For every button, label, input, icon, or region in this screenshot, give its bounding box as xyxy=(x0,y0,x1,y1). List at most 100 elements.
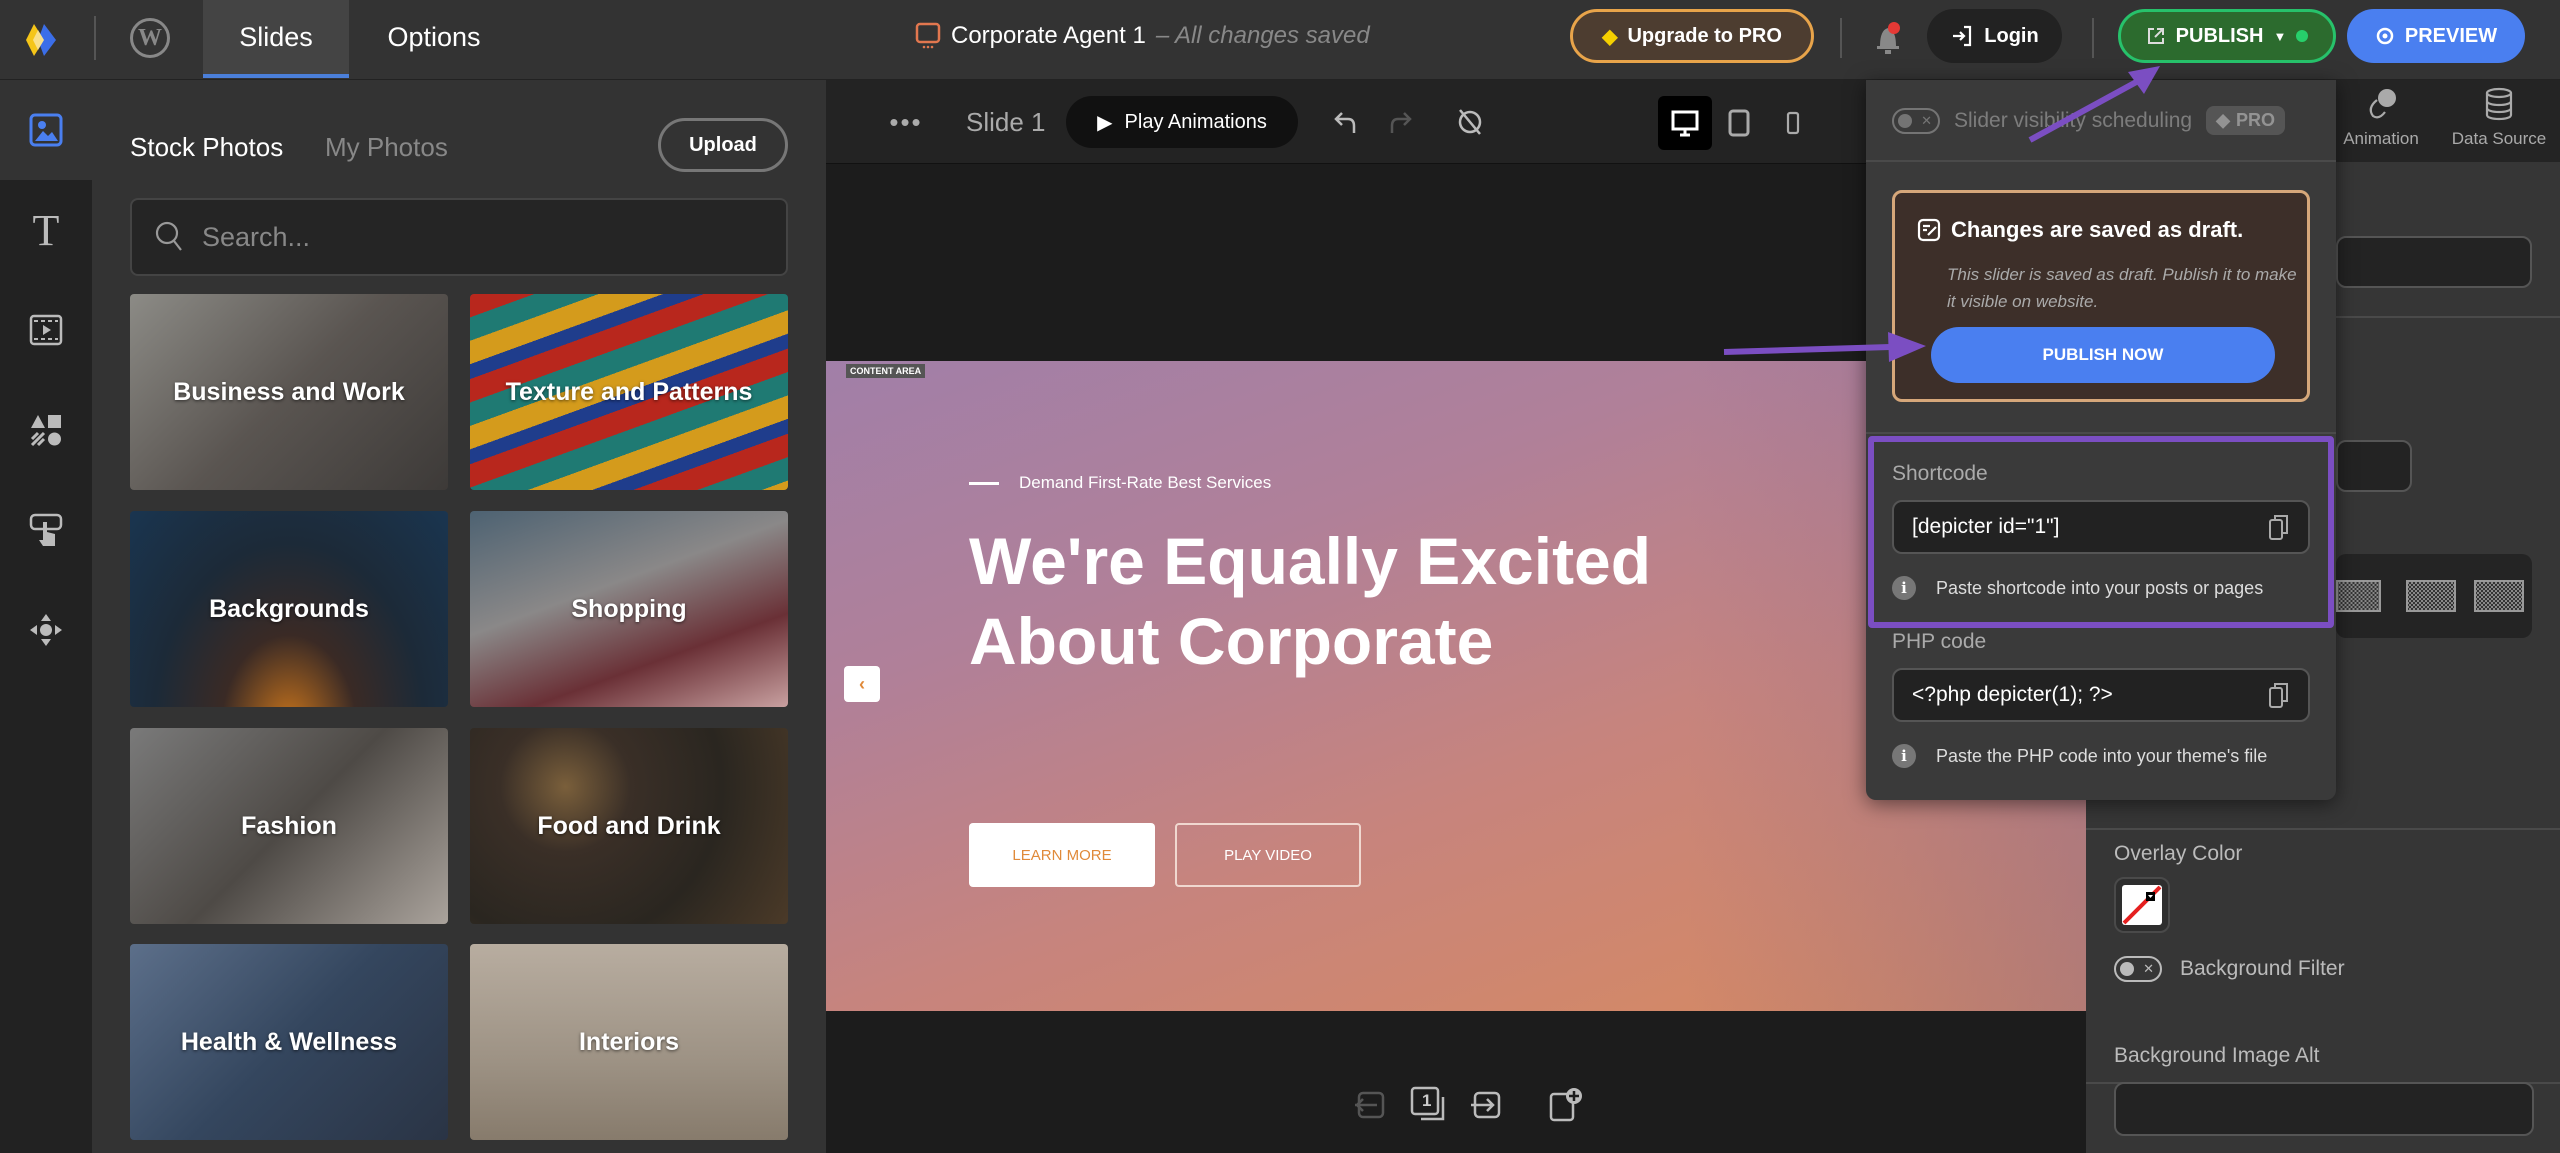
category-tile-business[interactable]: Business and Work xyxy=(130,294,448,490)
depicter-logo-icon[interactable] xyxy=(24,20,64,60)
eyebrow-bar xyxy=(969,481,999,485)
tab-options[interactable]: Options xyxy=(369,0,499,78)
shortcode-label: Shortcode xyxy=(1892,462,1988,485)
undo-button[interactable] xyxy=(1326,102,1366,142)
image-icon xyxy=(29,113,63,147)
login-icon xyxy=(1953,25,1972,47)
sidebar-item-media[interactable] xyxy=(0,80,92,180)
device-desktop[interactable] xyxy=(1658,96,1712,150)
upgrade-to-pro-button[interactable]: ◆ Upgrade to PRO xyxy=(1570,9,1814,63)
bg-size-option-auto[interactable] xyxy=(2336,580,2381,612)
device-switcher xyxy=(1658,96,1820,150)
php-code-label: PHP code xyxy=(1892,630,1987,653)
category-label: Backgrounds xyxy=(209,594,369,623)
property-field[interactable] xyxy=(2336,440,2412,492)
category-tile-shopping[interactable]: Shopping xyxy=(470,511,788,707)
tab-data-source[interactable]: Data Source xyxy=(2444,86,2554,149)
bg-size-option-cover[interactable] xyxy=(2406,580,2456,612)
draft-notice: Changes are saved as draft. This slider … xyxy=(1892,190,2310,402)
more-options-icon[interactable]: ••• xyxy=(886,102,926,142)
hide-guides-button[interactable] xyxy=(1450,102,1490,142)
add-slide-button[interactable] xyxy=(1540,1080,1590,1130)
document-title-area: Corporate Agent 1 – All changes saved xyxy=(915,22,1370,50)
save-status: – All changes saved xyxy=(1155,22,1370,49)
bg-size-option-repeat[interactable] xyxy=(2474,580,2524,612)
background-filter-label: Background Filter xyxy=(2180,957,2345,980)
slide-headline[interactable]: We're Equally Excited About Corporate xyxy=(969,521,1769,681)
slide-name[interactable]: Slide 1 xyxy=(966,102,1046,142)
tab-slides[interactable]: Slides xyxy=(203,0,349,78)
document-title[interactable]: Corporate Agent 1 xyxy=(951,22,1146,50)
play-animations-label: Play Animations xyxy=(1124,110,1267,133)
slide-prev-arrow[interactable]: ‹ xyxy=(844,666,880,702)
visibility-scheduling-toggle[interactable]: ✕ xyxy=(1892,107,1940,134)
learn-more-button[interactable]: LEARN MORE xyxy=(969,823,1155,887)
slide-eyebrow[interactable]: Demand First-Rate Best Services xyxy=(969,473,1271,493)
search-input[interactable] xyxy=(202,221,762,253)
copy-icon[interactable] xyxy=(2268,513,2290,541)
category-tile-fashion[interactable]: Fashion xyxy=(130,728,448,924)
notification-bell-icon[interactable] xyxy=(1872,18,1904,58)
wordpress-icon[interactable]: W xyxy=(130,18,170,58)
slider-icon xyxy=(915,22,941,49)
status-dot xyxy=(2296,30,2309,42)
redo-button[interactable] xyxy=(1380,102,1420,142)
background-filter-row: ✕ Background Filter xyxy=(2114,956,2345,982)
background-image-alt-input[interactable] xyxy=(2114,1082,2534,1136)
icon-sidebar: T xyxy=(0,80,92,1153)
preview-button[interactable]: PREVIEW xyxy=(2347,9,2525,63)
animation-icon xyxy=(2369,89,2396,119)
move-slide-right-button[interactable] xyxy=(1462,1080,1512,1130)
tab-my-photos[interactable]: My Photos xyxy=(325,132,448,163)
background-size-options xyxy=(2336,554,2532,638)
redo-icon xyxy=(1390,112,1412,133)
sidebar-item-shapes[interactable] xyxy=(0,380,92,480)
move-slide-left-button[interactable] xyxy=(1346,1080,1396,1130)
video-icon xyxy=(29,314,63,346)
chevron-down-icon: ▼ xyxy=(2273,28,2287,44)
play-animations-button[interactable]: ▶ Play Animations xyxy=(1066,96,1298,148)
desktop-icon xyxy=(1671,110,1699,137)
slide-number: 1 xyxy=(1422,1091,1432,1110)
play-video-button[interactable]: PLAY VIDEO xyxy=(1175,823,1361,887)
content-area-label: CONTENT AREA xyxy=(846,364,926,378)
tab-animation[interactable]: Animation xyxy=(2336,86,2426,149)
category-tile-food[interactable]: Food and Drink xyxy=(470,728,788,924)
eye-icon xyxy=(2376,27,2394,45)
slide-navigator: 1 xyxy=(1346,1080,1590,1130)
category-tile-backgrounds[interactable]: Backgrounds xyxy=(130,511,448,707)
eye-slash-icon xyxy=(1458,109,1482,135)
sidebar-item-button[interactable] xyxy=(0,480,92,580)
add-slide-icon xyxy=(1549,1088,1582,1122)
text-icon: T xyxy=(32,205,60,255)
category-tile-interiors[interactable]: Interiors xyxy=(470,944,788,1140)
publish-button[interactable]: PUBLISH ▼ xyxy=(2118,9,2336,63)
php-code-value: <?php depicter(1); ?> xyxy=(1912,683,2113,706)
tab-stock-photos[interactable]: Stock Photos xyxy=(130,132,283,163)
category-tile-health[interactable]: Health & Wellness xyxy=(130,944,448,1140)
upload-button[interactable]: Upload xyxy=(658,118,788,172)
php-code-field[interactable]: <?php depicter(1); ?> xyxy=(1892,668,2310,722)
divider xyxy=(2336,316,2560,318)
overlay-color-picker[interactable] xyxy=(2114,877,2170,933)
device-tablet[interactable] xyxy=(1712,96,1766,150)
background-image-alt-label: Background Image Alt xyxy=(2114,1044,2320,1067)
background-filter-toggle[interactable]: ✕ xyxy=(2114,956,2162,982)
property-field[interactable] xyxy=(2336,236,2532,288)
shortcode-field[interactable]: [depicter id="1"] xyxy=(1892,500,2310,554)
sidebar-item-position[interactable] xyxy=(0,580,92,680)
device-mobile[interactable] xyxy=(1766,96,1820,150)
divider xyxy=(1866,432,2336,434)
top-bar: W Slides Options Corporate Agent 1 – All… xyxy=(0,0,2560,80)
publish-now-button[interactable]: PUBLISH NOW xyxy=(1931,327,2275,383)
category-label: Texture and Patterns xyxy=(505,377,753,406)
login-button[interactable]: Login xyxy=(1927,9,2062,63)
category-tile-texture[interactable]: Texture and Patterns xyxy=(470,294,788,490)
copy-icon[interactable] xyxy=(2268,681,2290,709)
sidebar-item-video[interactable] xyxy=(0,280,92,380)
shapes-icon xyxy=(30,415,61,447)
database-icon xyxy=(2485,87,2513,121)
slide-thumbnail[interactable]: 1 xyxy=(1404,1080,1454,1130)
shortcode-value: [depicter id="1"] xyxy=(1912,515,2060,538)
sidebar-item-text[interactable]: T xyxy=(0,180,92,280)
